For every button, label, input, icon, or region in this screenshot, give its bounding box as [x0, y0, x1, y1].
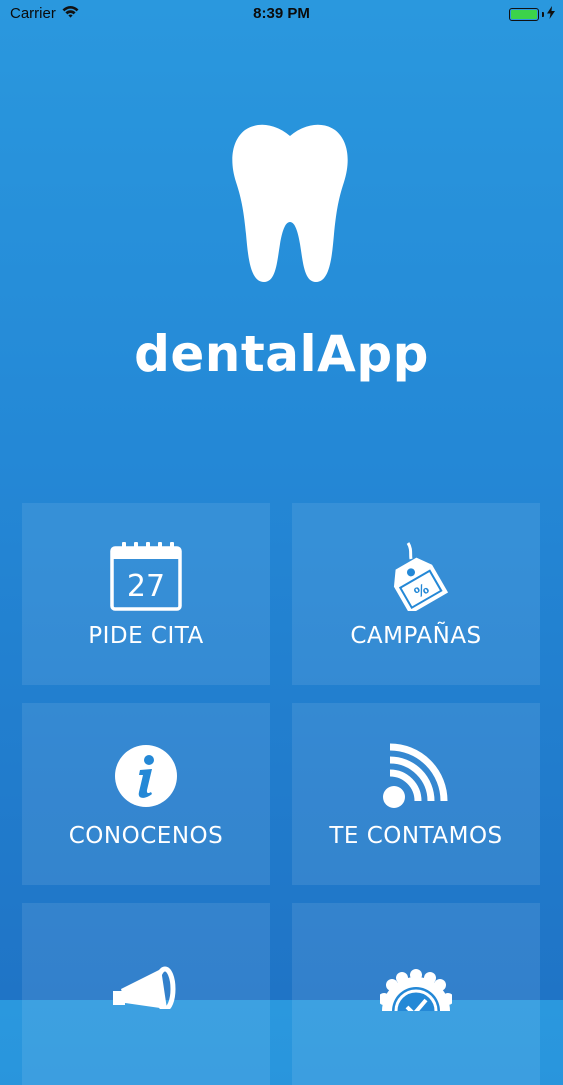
conocenos-button[interactable]: CONOCENOS	[22, 703, 270, 885]
status-time: 8:39 PM	[253, 5, 310, 22]
battery-icon	[509, 8, 539, 21]
battery-cap	[542, 12, 544, 17]
megaphone-button[interactable]	[22, 903, 270, 1085]
pide-cita-label: PIDE CITA	[88, 623, 204, 649]
te-contamos-label: TE CONTAMOS	[329, 823, 503, 849]
campanas-button[interactable]: % CAMPAÑAS	[292, 503, 540, 685]
calendar-day: 27	[127, 569, 165, 604]
megaphone-icon	[22, 941, 270, 1011]
campanas-label: CAMPAÑAS	[350, 623, 482, 649]
app-title: dentalApp	[134, 325, 429, 383]
conocenos-label: CONOCENOS	[68, 823, 224, 849]
quality-badge-icon	[292, 941, 540, 1011]
rss-feed-icon	[292, 741, 540, 811]
charging-bolt-icon	[547, 6, 555, 23]
quality-button[interactable]	[292, 903, 540, 1085]
battery-level	[511, 10, 537, 19]
pide-cita-button[interactable]: 27 PIDE CITA	[22, 503, 270, 685]
status-bar: Carrier 8:39 PM	[0, 0, 563, 30]
calendar-icon: 27	[22, 541, 270, 611]
te-contamos-button[interactable]: TE CONTAMOS	[292, 703, 540, 885]
info-icon	[22, 741, 270, 811]
tooth-icon	[230, 122, 350, 291]
discount-tag-icon: %	[292, 541, 540, 611]
status-right	[509, 6, 555, 23]
